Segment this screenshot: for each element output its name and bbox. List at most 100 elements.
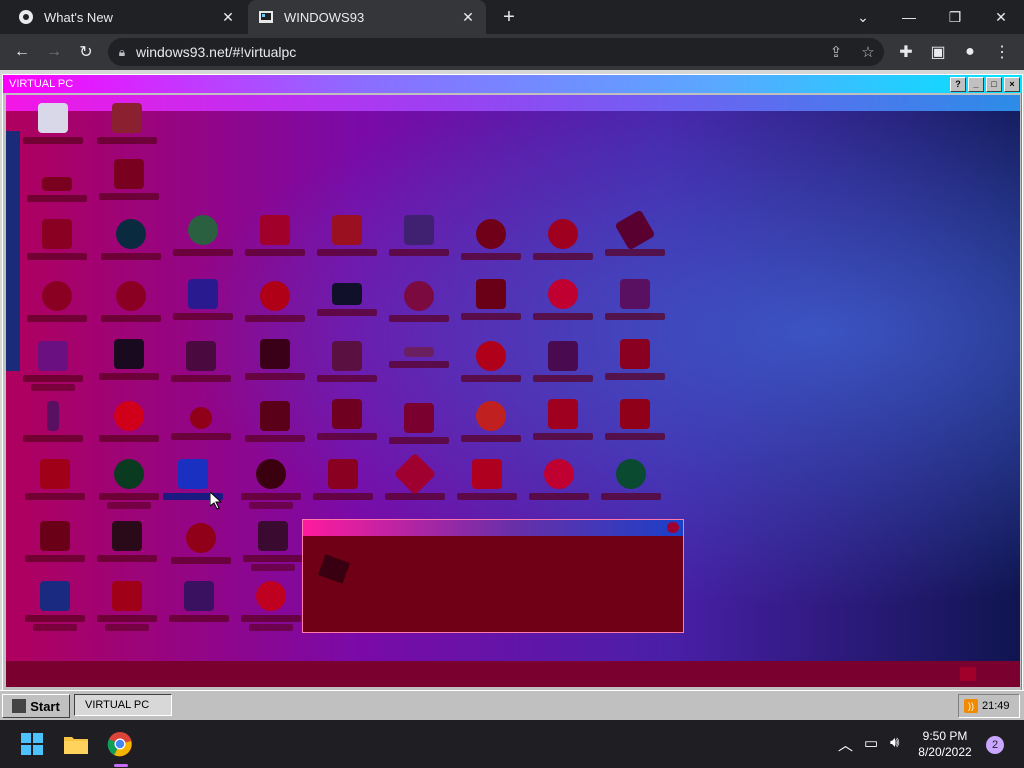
desktop-icon[interactable] xyxy=(169,581,229,622)
desktop-icon[interactable] xyxy=(245,281,305,322)
desktop-icon[interactable] xyxy=(457,459,517,500)
network-icon[interactable]: ▭ xyxy=(864,734,878,752)
desktop-icon[interactable] xyxy=(99,159,159,200)
sidepanel-icon[interactable]: ▣ xyxy=(926,40,950,64)
desktop-icon[interactable] xyxy=(245,339,305,380)
profile-icon[interactable]: ● xyxy=(958,40,982,64)
url-text[interactable]: windows93.net/#!virtualpc xyxy=(136,44,820,60)
desktop-icon[interactable] xyxy=(25,581,85,631)
app-icon xyxy=(40,459,70,489)
taskbar-item-virtual-pc[interactable]: VIRTUAL PC xyxy=(74,694,172,716)
restore-button[interactable]: ❐ xyxy=(932,0,978,34)
tab-whats-new[interactable]: What's New ✕ xyxy=(8,0,246,34)
desktop-icon[interactable] xyxy=(461,279,521,320)
desktop-icon[interactable] xyxy=(389,281,449,322)
close-icon[interactable] xyxy=(667,522,679,533)
start-button[interactable]: Start xyxy=(2,694,70,718)
windows-start-icon[interactable] xyxy=(16,728,48,760)
reload-button[interactable]: ↻ xyxy=(74,40,98,64)
desktop-icon[interactable] xyxy=(529,459,589,500)
desktop-icon[interactable] xyxy=(317,399,377,440)
glitched-dialog[interactable] xyxy=(302,519,684,633)
desktop-icon[interactable] xyxy=(23,341,83,391)
desktop-icon[interactable] xyxy=(101,281,161,322)
back-button[interactable]: ← xyxy=(10,40,34,64)
desktop-icon[interactable] xyxy=(173,215,233,256)
desktop-icon[interactable] xyxy=(97,103,157,144)
virtual-pc-screen[interactable] xyxy=(6,95,1020,687)
desktop-icon[interactable] xyxy=(605,399,665,440)
desktop-icon[interactable] xyxy=(245,401,305,442)
desktop-icon[interactable] xyxy=(101,219,161,260)
desktop-icon[interactable] xyxy=(533,219,593,260)
desktop-icon[interactable] xyxy=(601,459,661,500)
desktop-icon[interactable] xyxy=(27,163,87,202)
desktop-icon[interactable] xyxy=(241,581,301,631)
close-icon[interactable]: ✕ xyxy=(218,9,238,26)
desktop-icon[interactable] xyxy=(461,219,521,260)
menu-icon[interactable]: ⋮ xyxy=(990,40,1014,64)
desktop-icon[interactable] xyxy=(99,339,159,380)
close-window-button[interactable]: ✕ xyxy=(978,0,1024,34)
desktop-icon[interactable] xyxy=(461,401,521,442)
help-button[interactable]: ? xyxy=(950,76,966,92)
desktop-icon[interactable] xyxy=(25,521,85,562)
desktop-icon[interactable] xyxy=(461,341,521,382)
close-icon[interactable]: ✕ xyxy=(458,9,478,26)
minimize-button[interactable]: — xyxy=(886,0,932,34)
desktop-icon[interactable] xyxy=(245,215,305,256)
desktop-icon[interactable] xyxy=(173,279,233,320)
desktop-icon[interactable] xyxy=(171,341,231,382)
share-icon[interactable]: ⇪ xyxy=(820,43,852,61)
new-tab-button[interactable]: + xyxy=(498,6,520,28)
desktop-icon[interactable] xyxy=(385,452,445,500)
desktop-icon[interactable] xyxy=(317,283,377,316)
address-bar[interactable]: 🔒︎ windows93.net/#!virtualpc ⇪ ☆ xyxy=(108,38,884,66)
chrome-taskbar-icon[interactable] xyxy=(104,728,136,760)
desktop-icon[interactable] xyxy=(99,459,159,509)
desktop-icon[interactable] xyxy=(317,341,377,382)
desktop-icon[interactable] xyxy=(97,581,157,631)
inner-tray-icon[interactable] xyxy=(960,667,976,681)
tab-windows93[interactable]: WINDOWS93 ✕ xyxy=(248,0,486,34)
forward-button[interactable]: → xyxy=(42,40,66,64)
desktop-icon[interactable] xyxy=(97,521,157,562)
desktop-icon[interactable] xyxy=(99,401,159,442)
star-icon[interactable]: ☆ xyxy=(852,43,884,61)
dialog-titlebar[interactable] xyxy=(303,520,683,536)
desktop-icon[interactable] xyxy=(389,215,449,256)
desktop-icon[interactable] xyxy=(171,523,231,564)
chevron-up-icon[interactable]: ︿ xyxy=(838,734,853,755)
maximize-button[interactable]: □ xyxy=(986,76,1002,92)
desktop-icon[interactable] xyxy=(389,403,449,444)
clock-date: 8/20/2022 xyxy=(918,745,972,759)
os-clock[interactable]: 9:50 PM 8/20/2022 xyxy=(910,728,980,760)
desktop-icon[interactable] xyxy=(389,347,449,368)
extensions-icon[interactable]: ✚ xyxy=(894,40,918,64)
virtual-pc-titlebar[interactable]: VIRTUAL PC ? _ □ × xyxy=(3,75,1022,93)
desktop-icon[interactable] xyxy=(317,215,377,256)
minimize-button[interactable]: _ xyxy=(968,76,984,92)
desktop-icon[interactable] xyxy=(243,521,303,571)
close-button[interactable]: × xyxy=(1004,76,1020,92)
file-explorer-icon[interactable] xyxy=(60,728,92,760)
desktop-icon[interactable] xyxy=(605,339,665,380)
desktop-icon[interactable] xyxy=(605,279,665,320)
desktop-icon[interactable] xyxy=(25,459,85,500)
desktop-icon[interactable] xyxy=(533,341,593,382)
desktop-icon[interactable] xyxy=(23,103,83,144)
notification-badge[interactable]: 2 xyxy=(986,736,1004,754)
desktop-icon[interactable] xyxy=(313,459,373,500)
desktop-icon[interactable] xyxy=(241,459,301,509)
desktop-icon[interactable] xyxy=(171,407,231,440)
rss-icon[interactable]: )) xyxy=(964,699,978,713)
desktop-icon[interactable] xyxy=(533,399,593,440)
desktop-icon[interactable] xyxy=(533,279,593,320)
desktop-icon[interactable] xyxy=(27,281,87,322)
volume-icon[interactable]: 🔊︎ xyxy=(890,734,899,751)
chevron-down-icon[interactable]: ⌄ xyxy=(840,0,886,34)
lock-icon[interactable]: 🔒︎ xyxy=(108,45,136,60)
desktop-icon[interactable] xyxy=(605,209,665,256)
desktop-icon[interactable] xyxy=(27,219,87,260)
desktop-icon[interactable] xyxy=(23,401,83,442)
